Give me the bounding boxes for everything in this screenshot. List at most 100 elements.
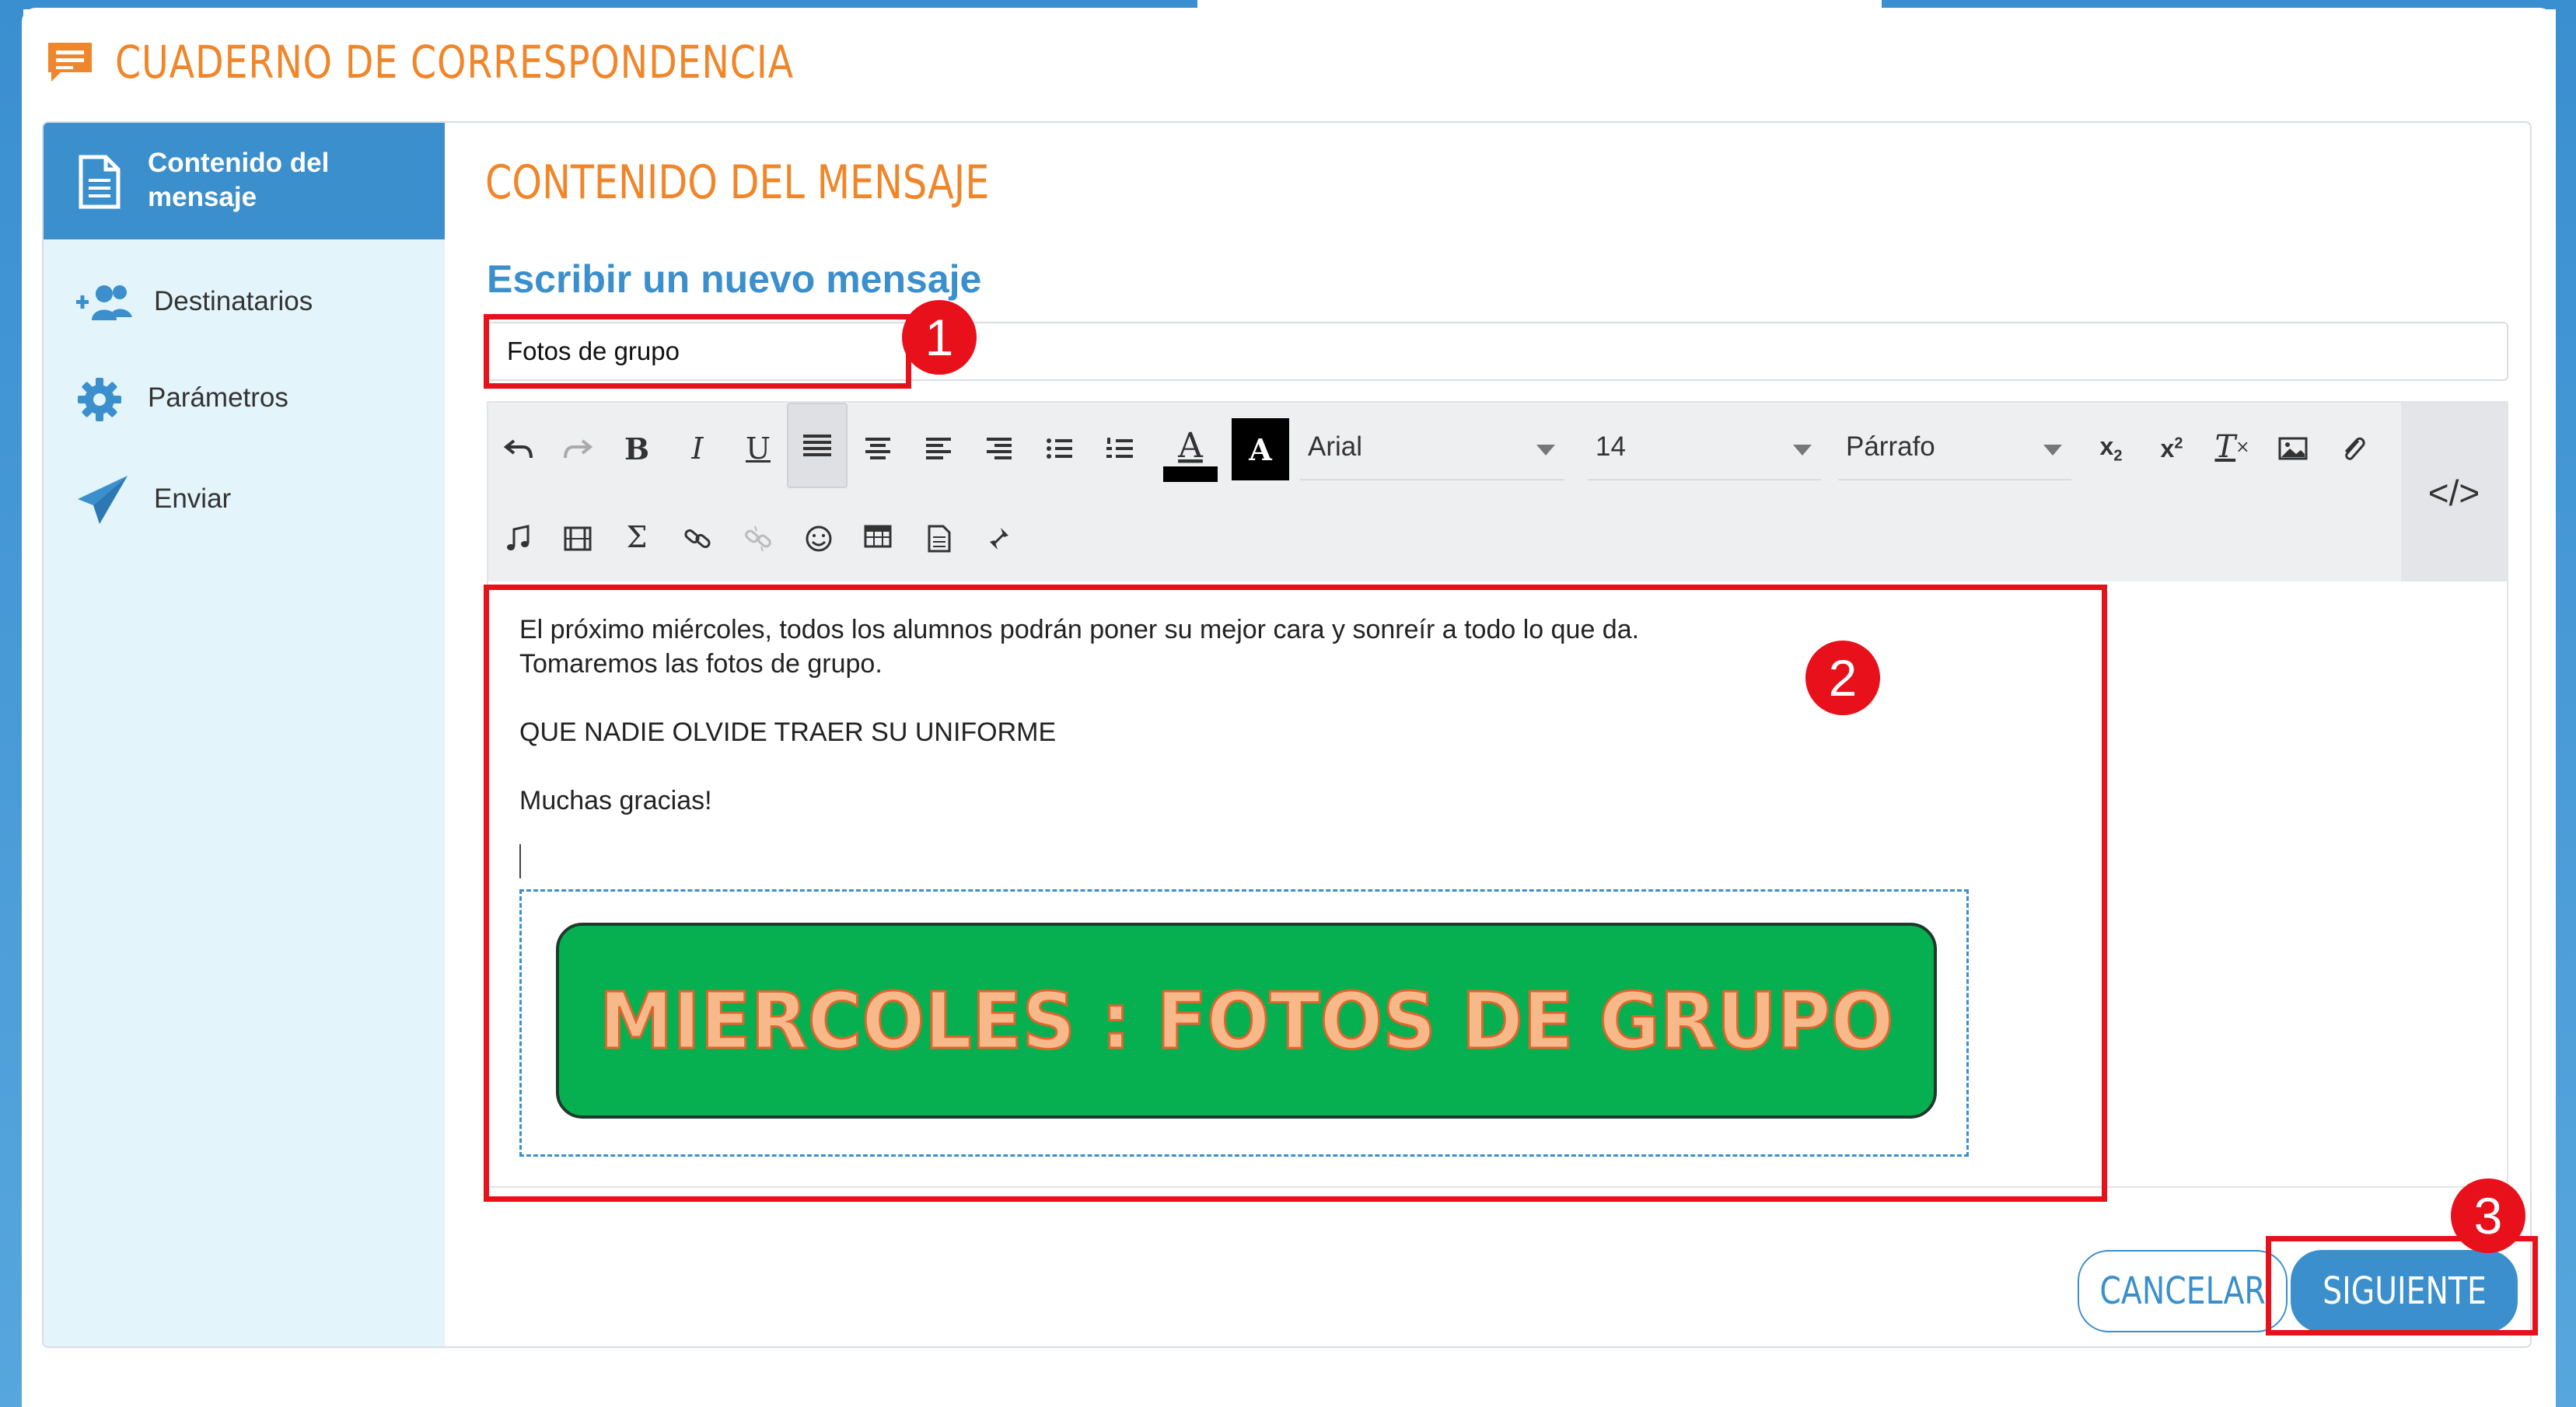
undo-button[interactable]: [491, 421, 546, 476]
body-line: Muchas gracias!: [519, 786, 712, 815]
expand-icon: [990, 528, 1008, 550]
background-color-button[interactable]: A: [1232, 418, 1289, 480]
body-line: Tomaremos las fotos de grupo.: [519, 649, 883, 679]
message-editor[interactable]: El próximo miércoles, todos los alumnos …: [487, 581, 2508, 1188]
code-icon: </>: [2427, 473, 2480, 513]
font-size-select[interactable]: 14: [1588, 420, 1821, 480]
insert-image-button[interactable]: [2266, 421, 2320, 476]
fullscreen-button[interactable]: [972, 511, 1026, 566]
frame-left: [0, 0, 23, 1407]
selected-image-frame[interactable]: MIERCOLES : FOTOS DE GRUPO: [519, 889, 1969, 1157]
numbered-list-icon: [1106, 438, 1133, 458]
code-view-button[interactable]: </>: [2401, 403, 2507, 583]
align-center-icon: [865, 438, 890, 459]
sidebar-item-label: Enviar: [154, 484, 232, 514]
sidebar-item-enviar[interactable]: Enviar: [44, 457, 445, 543]
block-format-value: Párrafo: [1846, 431, 1935, 462]
frame-right: [2556, 0, 2576, 1407]
message-body[interactable]: El próximo miércoles, todos los alumnos …: [519, 613, 1639, 818]
sidebar-item-destinatarios[interactable]: Destinatarios: [44, 263, 445, 340]
redo-button[interactable]: [551, 421, 605, 476]
numbered-list-button[interactable]: [1093, 421, 1148, 476]
link-icon: [684, 529, 711, 549]
highlight-icon: A: [1249, 431, 1272, 467]
font-family-select[interactable]: Arial: [1300, 420, 1564, 480]
users-add-icon: [76, 285, 132, 320]
undo-icon: [503, 439, 533, 459]
body-line: El próximo miércoles, todos los alumnos …: [519, 615, 1640, 644]
table-icon: [864, 525, 892, 548]
bullet-list-button[interactable]: [1033, 421, 1087, 476]
page-subheading: Escribir un nuevo mensaje: [487, 257, 982, 301]
cancel-button[interactable]: CANCELAR: [2078, 1250, 2288, 1332]
sidebar-item-contenido[interactable]: Contenido del mensaje: [44, 123, 445, 239]
chevron-down-icon: [1536, 445, 1555, 456]
svg-text:A: A: [1177, 426, 1204, 466]
composer-panel: Contenido del mensaje Destinatarios Pará…: [42, 121, 2532, 1348]
superscript-icon: x2: [2160, 434, 2183, 463]
subscript-icon: x2: [2099, 431, 2123, 465]
text-color-button[interactable]: A: [1162, 417, 1219, 484]
insert-emoji-button[interactable]: [792, 511, 846, 566]
insert-template-button[interactable]: [911, 511, 966, 566]
main-content: CONTENIDO DEL MENSAJE Escribir un nuevo …: [445, 123, 2530, 1346]
unlink-button[interactable]: [731, 511, 785, 566]
sidebar-item-label: Parámetros: [148, 382, 288, 413]
align-center-button[interactable]: [851, 421, 905, 476]
sidebar-item-label: Destinatarios: [154, 286, 313, 316]
chevron-down-icon: [1793, 445, 1812, 456]
align-justify-icon: [803, 435, 831, 456]
sigma-icon: Σ: [626, 520, 648, 554]
chevron-down-icon: [2043, 445, 2062, 456]
underline-button[interactable]: U: [731, 421, 785, 476]
italic-icon: I: [691, 431, 704, 466]
clear-format-button[interactable]: T ×: [2205, 420, 2260, 474]
insert-audio-button[interactable]: [491, 511, 546, 566]
align-right-icon: [987, 438, 1012, 459]
align-justify-button[interactable]: [787, 403, 848, 488]
sidebar-item-parametros[interactable]: Parámetros: [44, 356, 445, 442]
bold-icon: B: [624, 431, 650, 466]
body-line: QUE NADIE OLVIDE TRAER SU UNIFORME: [519, 717, 1057, 747]
redo-icon: [564, 439, 593, 459]
cancel-label: CANCELAR: [2099, 1269, 2266, 1313]
paper-plane-icon: [78, 476, 128, 524]
insert-video-button[interactable]: [551, 511, 605, 566]
insert-formula-button[interactable]: Σ: [610, 510, 664, 564]
align-left-button[interactable]: [911, 421, 966, 476]
align-right-button[interactable]: [972, 421, 1026, 476]
insert-table-button[interactable]: [851, 510, 905, 564]
next-button[interactable]: SIGUIENTE: [2291, 1250, 2518, 1332]
page-icon: [928, 525, 951, 553]
unlink-icon: [745, 525, 771, 552]
smiley-icon: [806, 525, 832, 552]
app-header: CUADERNO DE CORRESPONDENCIA: [45, 31, 943, 93]
app-title: CUADERNO DE CORRESPONDENCIA: [115, 36, 795, 89]
subscript-button[interactable]: x2: [2084, 421, 2138, 476]
align-left-icon: [926, 438, 951, 459]
sidebar: Contenido del mensaje Destinatarios Pará…: [44, 123, 445, 1346]
bullet-list-icon: [1047, 438, 1072, 459]
message-icon: [48, 43, 92, 82]
paperclip-icon: [2344, 437, 2365, 460]
attach-file-button[interactable]: [2326, 421, 2381, 476]
insert-link-button[interactable]: [670, 511, 725, 566]
gear-icon: [78, 378, 121, 421]
block-format-select[interactable]: Párrafo: [1838, 420, 2071, 480]
superscript-button[interactable]: x2: [2144, 421, 2199, 476]
banner-image[interactable]: MIERCOLES : FOTOS DE GRUPO: [556, 923, 1937, 1119]
film-icon: [564, 526, 592, 551]
editor-toolbar: B I U A A Arial 14 Párrafo x2 x2 T × Σ <…: [487, 401, 2508, 583]
next-label: SIGUIENTE: [2322, 1269, 2487, 1313]
image-icon: [2278, 437, 2308, 460]
section-title: CONTENIDO DEL MENSAJE: [485, 155, 990, 210]
banner-text: MIERCOLES : FOTOS DE GRUPO: [598, 974, 1894, 1067]
subject-input[interactable]: [487, 322, 2508, 381]
italic-button[interactable]: I: [670, 421, 725, 476]
font-family-value: Arial: [1308, 431, 1363, 462]
clear-format-icon: T: [2214, 429, 2236, 465]
document-icon: [79, 155, 121, 209]
bold-button[interactable]: B: [610, 421, 664, 476]
music-note-icon: [507, 525, 530, 550]
text-cursor: [519, 844, 521, 878]
